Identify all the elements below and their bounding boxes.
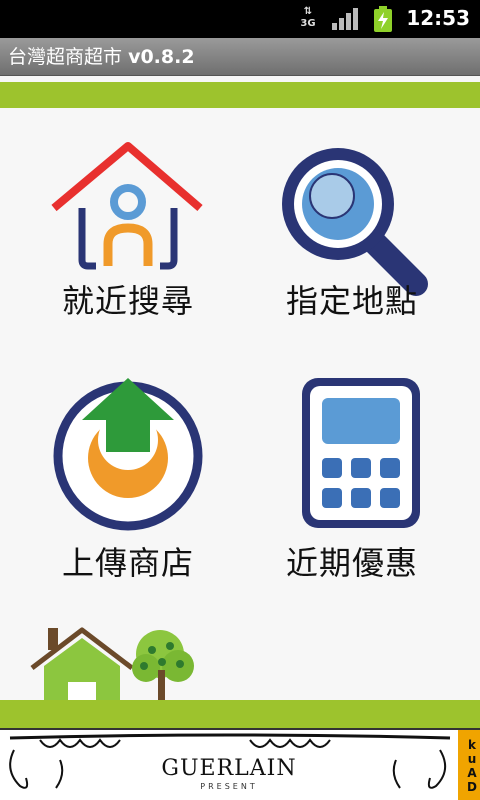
house-tree-decoration [30,627,194,702]
status-clock: 12:53 [406,6,470,30]
top-green-band [0,82,480,108]
menu-label: 近期優惠 [285,544,418,582]
bottom-green-band [0,700,480,728]
menu-nearby-search[interactable]: 就近搜尋 [38,140,218,322]
battery-charging-icon [374,6,392,32]
signal-icon [332,8,358,30]
house-icon [51,142,203,270]
menu-label: 就近搜尋 [61,282,194,320]
calculator-icon [302,378,420,528]
menu-specify-location[interactable]: 指定地點 [262,140,442,322]
menu-recent-deals[interactable]: 近期優惠 [262,376,442,584]
menu-label: 上傳商店 [61,544,194,582]
menu-upload-store[interactable]: 上傳商店 [38,376,218,584]
app-title-bar: 台灣超商超市 v0.8.2 [0,38,480,76]
ad-tagline: PRESENT [200,782,258,791]
ad-banner[interactable]: GUERLAIN PRESENT kuAD [0,728,480,800]
ad-network-label: kuAD [458,730,480,800]
app-title: 台灣超商超市 [8,46,123,68]
app-version: v0.8.2 [128,46,195,68]
network-3g-icon: ⇅ 3G [300,6,316,29]
upload-icon [53,378,203,531]
menu-label: 指定地點 [285,282,418,320]
status-bar: ⇅ 3G 12:53 [0,0,480,38]
ad-brand: GUERLAIN [161,756,297,781]
